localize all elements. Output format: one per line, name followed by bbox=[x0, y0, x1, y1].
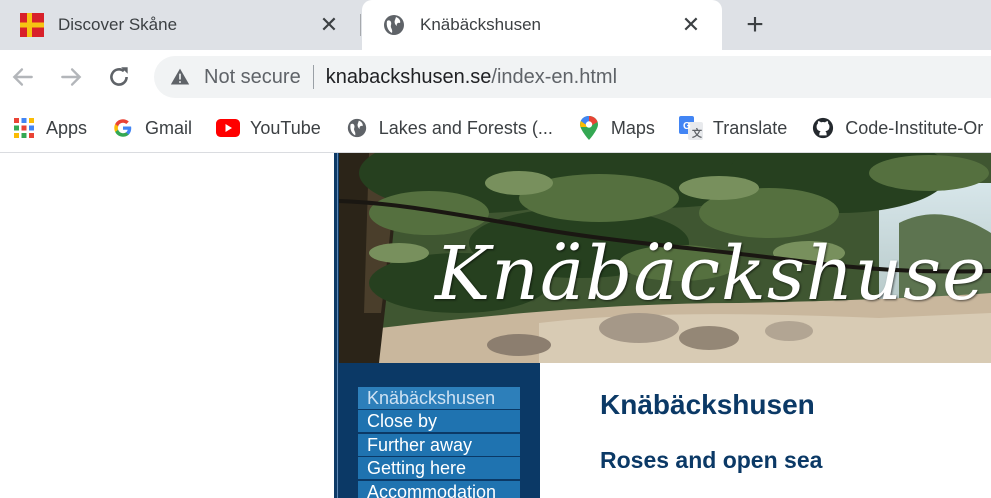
back-button[interactable] bbox=[8, 62, 38, 92]
translate-icon: G 文 bbox=[678, 116, 703, 140]
menu-item-getting-here[interactable]: Getting here bbox=[358, 457, 520, 479]
menu-item-further-away[interactable]: Further away bbox=[358, 434, 520, 456]
omnibox-divider bbox=[312, 65, 314, 89]
svg-text:文: 文 bbox=[692, 127, 703, 140]
page-viewport: Knäbäckshusen Knäbäckshusen Close by Fur… bbox=[0, 153, 991, 498]
new-tab-button[interactable]: + bbox=[740, 10, 770, 40]
address-bar[interactable]: Not secure knabackshusen.se/index-en.htm… bbox=[154, 56, 991, 98]
arrow-right-icon bbox=[61, 68, 82, 86]
close-tab-icon[interactable]: ✕ bbox=[318, 14, 340, 36]
github-icon bbox=[811, 116, 835, 140]
reload-button[interactable] bbox=[104, 62, 134, 92]
svg-text:G: G bbox=[683, 121, 691, 132]
bookmark-maps[interactable]: Maps bbox=[577, 116, 655, 140]
navigation-sidebar: Knäbäckshusen Close by Further away Gett… bbox=[339, 363, 540, 498]
globe-icon bbox=[384, 15, 404, 35]
forward-button[interactable] bbox=[56, 62, 86, 92]
page-title: Knäbäckshusen bbox=[600, 389, 815, 420]
bookmark-label: YouTube bbox=[250, 117, 321, 138]
skane-flag-icon bbox=[20, 13, 44, 37]
google-g-icon bbox=[111, 116, 135, 140]
bookmark-translate[interactable]: G 文 Translate bbox=[678, 116, 788, 140]
url-path: /index-en.html bbox=[491, 65, 618, 88]
bookmark-label: Translate bbox=[712, 117, 788, 138]
arrow-left-icon bbox=[12, 68, 33, 86]
bookmark-label: Lakes and Forests (... bbox=[378, 117, 553, 138]
tab-title: Discover Skåne bbox=[58, 15, 178, 34]
maps-pin-icon bbox=[577, 116, 601, 140]
reload-icon bbox=[110, 67, 128, 86]
bookmark-lakes-and-forests[interactable]: Lakes and Forests (... bbox=[345, 116, 553, 140]
close-tab-icon[interactable]: ✕ bbox=[680, 14, 702, 36]
bookmark-label: Maps bbox=[610, 117, 655, 138]
main-content: Knäbäckshusen Roses and open sea bbox=[540, 363, 991, 498]
tab-knabackshusen[interactable]: Knäbäckshusen ✕ bbox=[362, 0, 722, 50]
header-banner-image: Knäbäckshusen bbox=[339, 153, 991, 363]
browser-toolbar: Not secure knabackshusen.se/index-en.htm… bbox=[0, 50, 991, 104]
warning-icon[interactable] bbox=[170, 67, 190, 87]
section-heading: Roses and open sea bbox=[600, 447, 823, 473]
tab-title: Knäbäckshusen bbox=[420, 15, 541, 34]
menu-item-close-by[interactable]: Close by bbox=[358, 410, 520, 432]
tab-discover-skane[interactable]: Discover Skåne ✕ bbox=[0, 0, 360, 50]
bookmark-gmail[interactable]: Gmail bbox=[111, 116, 192, 140]
menu-item-accommodation[interactable]: Accommodation bbox=[358, 481, 520, 498]
bookmark-label: Apps bbox=[46, 117, 88, 138]
youtube-icon bbox=[216, 116, 241, 140]
bookmark-label: Code-Institute-Or bbox=[845, 117, 984, 138]
bookmark-apps[interactable]: Apps bbox=[12, 116, 87, 140]
tab-strip: Discover Skåne ✕ Knäbäckshusen ✕ + bbox=[0, 0, 991, 50]
url-text[interactable]: knabackshusen.se/index-en.html bbox=[326, 66, 617, 89]
apps-grid-icon bbox=[12, 116, 36, 140]
tab-separator bbox=[360, 14, 361, 36]
banner-title: Knäbäckshusen bbox=[435, 231, 991, 317]
url-domain: knabackshusen.se bbox=[325, 65, 492, 88]
security-status[interactable]: Not secure bbox=[204, 66, 301, 89]
menu-item-knabackshusen[interactable]: Knäbäckshusen bbox=[358, 387, 520, 409]
globe-icon bbox=[345, 116, 369, 140]
bookmark-youtube[interactable]: YouTube bbox=[216, 116, 321, 140]
bookmark-label: Gmail bbox=[145, 117, 193, 138]
bookmark-code-institute[interactable]: Code-Institute-Or bbox=[811, 116, 983, 140]
bookmarks-bar: Apps Gmail YouTube Lakes and Forests (..… bbox=[0, 104, 991, 153]
